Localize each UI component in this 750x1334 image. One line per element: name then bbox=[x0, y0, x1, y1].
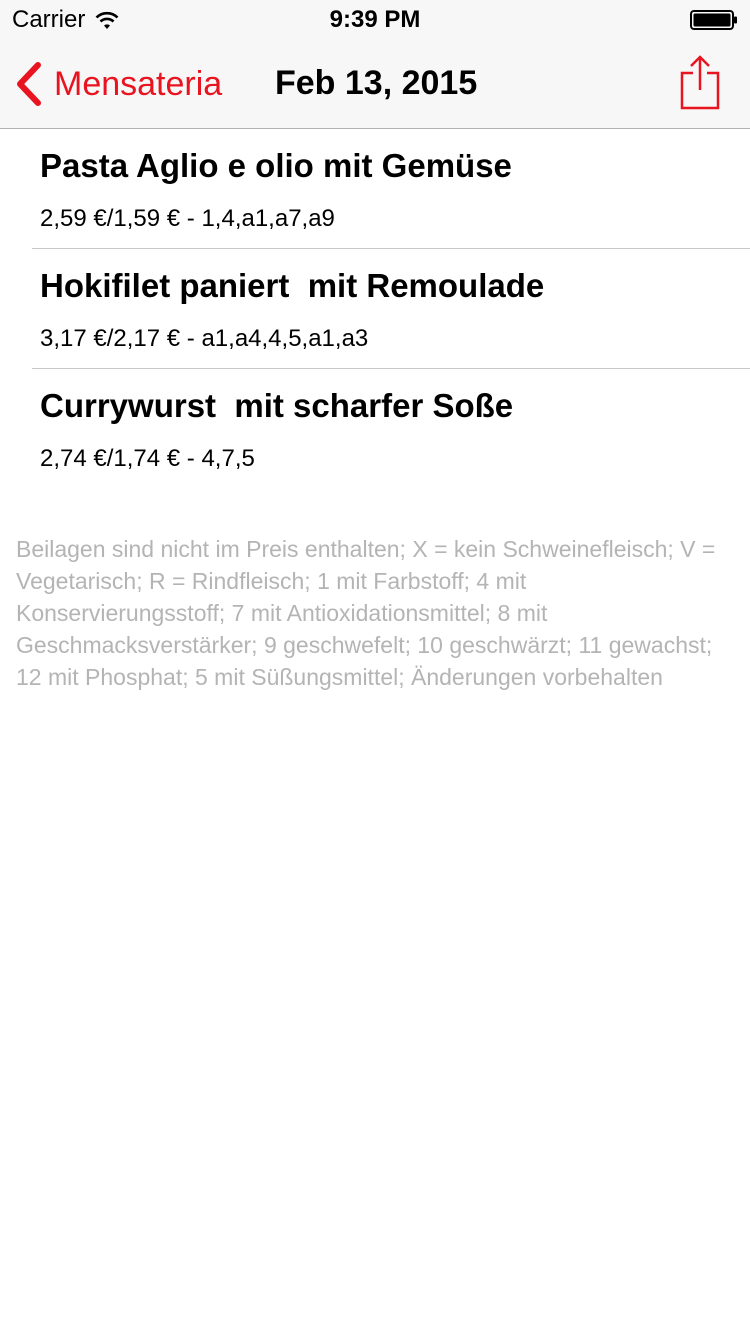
menu-item[interactable]: Currywurst mit scharfer Soße 2,74 €/1,74… bbox=[0, 369, 750, 489]
menu-item[interactable]: Hokifilet paniert mit Remoulade 3,17 €/2… bbox=[0, 249, 750, 369]
allergen-footnote: Beilagen sind nicht im Preis enthalten; … bbox=[16, 536, 716, 690]
dish-price-details: 2,74 €/1,74 € - 4,7,5 bbox=[40, 445, 255, 472]
dish-name: Currywurst mit scharfer Soße bbox=[40, 387, 514, 424]
chevron-left-icon bbox=[14, 62, 44, 106]
battery-icon bbox=[690, 10, 738, 30]
menu-item[interactable]: Pasta Aglio e olio mit Gemüse 2,59 €/1,5… bbox=[0, 129, 750, 249]
dish-name: Pasta Aglio e olio mit Gemüse bbox=[40, 147, 512, 184]
menu-list: Pasta Aglio e olio mit Gemüse 2,59 €/1,5… bbox=[0, 129, 750, 489]
share-icon bbox=[680, 55, 720, 110]
dish-price-details: 3,17 €/2,17 € - a1,a4,4,5,a1,a3 bbox=[40, 325, 369, 352]
navigation-bar: Mensateria Feb 13, 2015 bbox=[0, 40, 750, 129]
status-time: 9:39 PM bbox=[329, 6, 421, 33]
page-title: Feb 13, 2015 bbox=[275, 64, 478, 102]
share-button[interactable] bbox=[680, 54, 720, 110]
back-button-label: Mensateria bbox=[54, 64, 223, 103]
back-button[interactable]: Mensateria bbox=[14, 60, 222, 108]
dish-price-details: 2,59 €/1,59 € - 1,4,a1,a7,a9 bbox=[40, 205, 335, 232]
status-bar: Carrier 9:39 PM bbox=[0, 0, 750, 40]
dish-name: Hokifilet paniert mit Remoulade bbox=[40, 267, 545, 304]
